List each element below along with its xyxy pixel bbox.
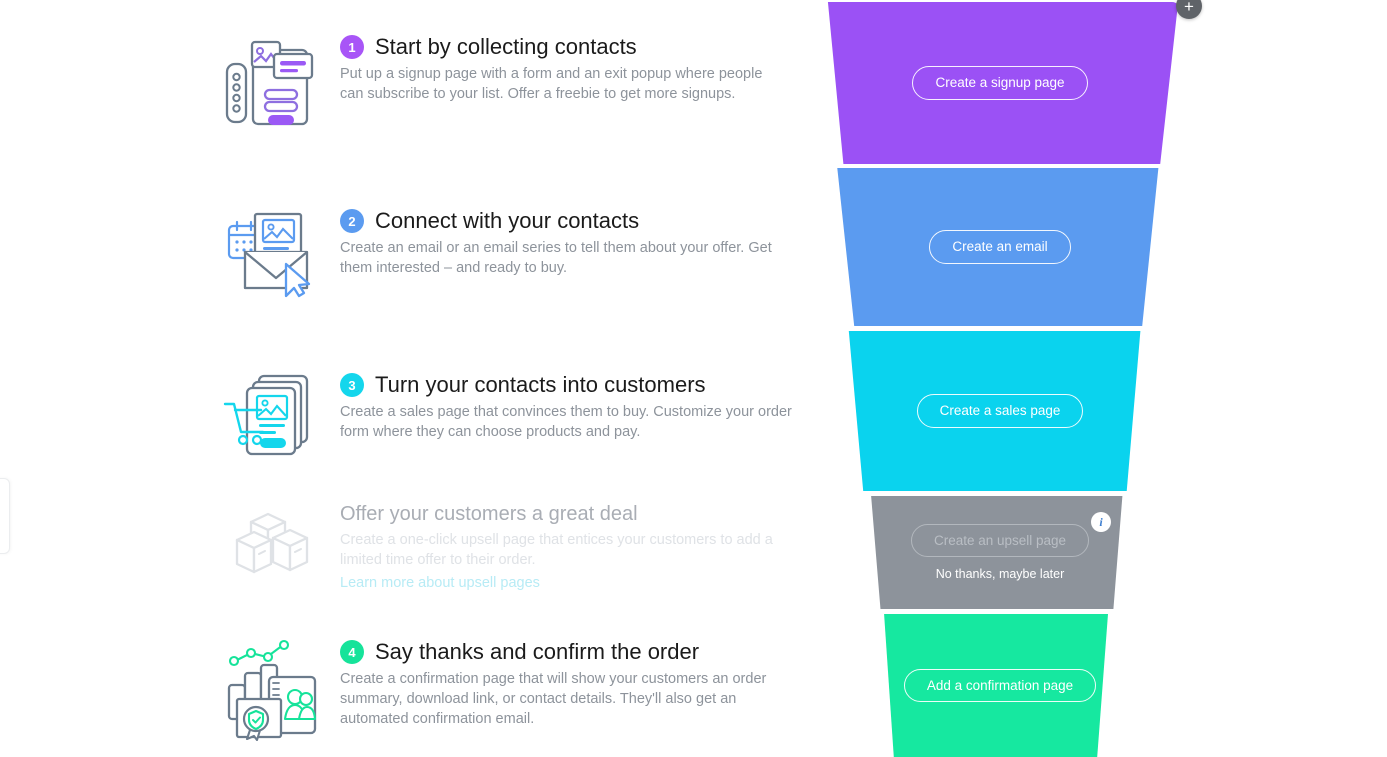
step-body-2: 2 Connect with your contacts Create an e…	[330, 208, 776, 279]
funnel-segment-email[interactable]: Create an email	[837, 168, 1159, 326]
no-thanks-maybe-later-link[interactable]: No thanks, maybe later	[936, 567, 1065, 581]
funnel-segment-signup[interactable]: Create a signup page	[827, 2, 1179, 164]
step-header-1: 1 Start by collecting contacts	[340, 34, 776, 60]
step-title-2: Connect with your contacts	[375, 208, 640, 233]
step-title-4: Say thanks and confirm the order	[375, 639, 700, 664]
create-sales-page-button[interactable]: Create a sales page	[916, 394, 1084, 428]
funnel-diagram: Create a signup page Create an email Cre…	[800, 0, 1202, 757]
signup-page-icon	[220, 34, 330, 134]
step-number-badge-4: 4	[340, 640, 364, 665]
step-body-upsell: Offer your customers a great deal Create…	[330, 502, 792, 592]
create-email-button[interactable]: Create an email	[929, 230, 1071, 264]
step-item-4: 4 Say thanks and confirm the order Creat…	[220, 639, 792, 741]
funnel-segment-confirmation[interactable]: Add a confirmation page	[884, 614, 1108, 757]
step-description-4: Create a confirmation page that will sho…	[340, 671, 767, 728]
step-item-2: 2 Connect with your contacts Create an e…	[220, 208, 776, 298]
step-number-badge-3: 3	[340, 373, 364, 398]
step-item-upsell: Offer your customers a great deal Create…	[220, 502, 792, 592]
add-funnel-step-button[interactable]: +	[1176, 0, 1202, 19]
shopping-cart-pages-icon	[220, 372, 330, 462]
email-envelope-icon	[220, 208, 330, 298]
add-confirmation-page-button[interactable]: Add a confirmation page	[903, 668, 1097, 703]
step-body-1: 1 Start by collecting contacts Put up a …	[330, 34, 776, 105]
step-description-1: Put up a signup page with a form and an …	[340, 66, 763, 103]
step-title-3: Turn your contacts into customers	[375, 372, 706, 397]
step-number-badge-2: 2	[340, 209, 364, 234]
create-signup-page-button[interactable]: Create a signup page	[912, 66, 1088, 100]
step-item-1: 1 Start by collecting contacts Put up a …	[220, 34, 776, 134]
step-body-4: 4 Say thanks and confirm the order Creat…	[330, 639, 792, 730]
step-item-3: 3 Turn your contacts into customers Crea…	[220, 372, 792, 462]
step-header-2: 2 Connect with your contacts	[340, 208, 776, 234]
steps-list: 1 Start by collecting contacts Put up a …	[0, 0, 820, 757]
step-number-badge-1: 1	[340, 35, 364, 60]
step-header-upsell: Offer your customers a great deal	[340, 502, 792, 526]
create-upsell-page-button[interactable]: Create an upsell page	[910, 523, 1090, 558]
step-title-1: Start by collecting contacts	[375, 34, 637, 59]
step-description-3: Create a sales page that convinces them …	[340, 404, 792, 441]
learn-more-upsell-link[interactable]: Learn more about upsell pages	[340, 575, 540, 591]
step-body-3: 3 Turn your contacts into customers Crea…	[330, 372, 792, 443]
funnel-segment-upsell[interactable]: Create an upsell page No thanks, maybe l…	[871, 496, 1123, 609]
step-header-4: 4 Say thanks and confirm the order	[340, 639, 792, 665]
upsell-info-icon[interactable]: i	[1091, 512, 1111, 532]
step-description-upsell: Create a one-click upsell page that enti…	[340, 532, 773, 568]
step-description-2: Create an email or an email series to te…	[340, 240, 772, 277]
step-header-3: 3 Turn your contacts into customers	[340, 372, 792, 398]
step-title-upsell: Offer your customers a great deal	[340, 503, 638, 525]
funnel-segment-sales[interactable]: Create a sales page	[848, 331, 1141, 491]
boxes-icon	[220, 502, 330, 584]
confirmation-stats-icon	[220, 639, 330, 741]
